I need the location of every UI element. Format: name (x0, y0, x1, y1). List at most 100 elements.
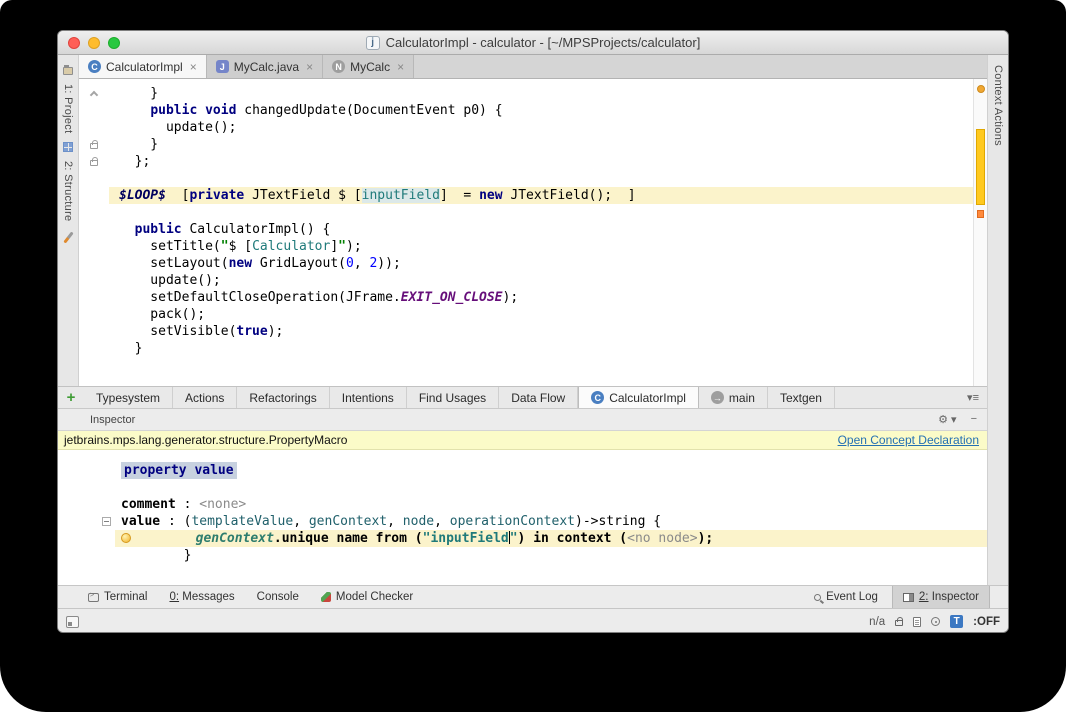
right-toolwindow-stripe: Context Actions (987, 55, 1008, 585)
messages-button[interactable]: 0: Messages (169, 591, 234, 603)
minus-icon[interactable] (102, 517, 111, 526)
event-log-button[interactable]: Event Log (814, 591, 878, 603)
editor-code[interactable]: } public void changedUpdate(DocumentEven… (79, 79, 973, 386)
tab-textgen[interactable]: Textgen (768, 387, 835, 408)
code-line[interactable]: genContext.unique name from ("inputField… (58, 530, 987, 547)
code-line[interactable]: setDefaultCloseOperation(JFrame.EXIT_ON_… (79, 289, 973, 306)
code-line[interactable]: pack(); (79, 306, 973, 323)
window-title: CalculatorImpl - calculator - [~/MPSProj… (385, 35, 701, 50)
node-icon: N (332, 60, 346, 73)
model-checker-label: Model Checker (335, 591, 414, 603)
close-icon[interactable]: × (190, 60, 197, 74)
open-concept-declaration-link[interactable]: Open Concept Declaration (838, 433, 979, 447)
event-log-icon (814, 593, 822, 601)
code-line[interactable]: setTitle("$ [Calculator]"); (79, 238, 973, 255)
aspect-tab-bar: + Typesystem Actions Refactorings Intent… (58, 386, 987, 409)
zoom-button[interactable] (108, 37, 120, 49)
code-line[interactable]: }; (79, 153, 973, 170)
code-line[interactable]: setLayout(new GridLayout(0, 2)); (79, 255, 973, 272)
model-checker-button[interactable]: Model Checker (320, 591, 414, 603)
terminal-icon (88, 592, 99, 602)
tab-actions[interactable]: Actions (173, 387, 238, 408)
toolwindow-switcher-icon[interactable] (66, 615, 79, 628)
macro-type-banner: jetbrains.mps.lang.generator.structure.P… (58, 431, 987, 450)
lock-icon[interactable] (895, 617, 904, 626)
code-line[interactable] (79, 204, 973, 221)
close-icon[interactable]: × (306, 60, 313, 74)
code-line[interactable]: property value (58, 462, 987, 479)
event-log-label: Event Log (826, 591, 878, 603)
code-line[interactable]: } (79, 85, 973, 102)
toolwindow-context-actions-button[interactable]: Context Actions (992, 65, 1004, 146)
toolwindow-project-button[interactable]: 1: Project (62, 84, 74, 133)
add-aspect-button[interactable]: + (58, 387, 84, 408)
warnings-indicator-icon[interactable] (977, 85, 985, 93)
readonly-doc-icon[interactable] (913, 616, 922, 627)
structure-icon (63, 142, 73, 153)
code-line[interactable]: } (79, 340, 973, 357)
inspector-toolwindow-label: 2: Inspector (918, 591, 979, 603)
scrollbar-error-marker[interactable] (977, 210, 984, 218)
code-line[interactable]: public void changedUpdate(DocumentEvent … (79, 102, 973, 119)
tab-calculatorimpl-editor[interactable]: C CalculatorImpl (578, 387, 699, 408)
class-icon: C (591, 391, 605, 404)
tab-main[interactable]: → main (699, 387, 768, 408)
transient-models-state: :OFF (973, 615, 1000, 628)
toolwindow-structure-button[interactable]: 2: Structure (62, 161, 74, 221)
messages-label: 0: Messages (169, 591, 235, 603)
lock-icon[interactable] (90, 140, 98, 149)
close-button[interactable] (68, 37, 80, 49)
tab-typesystem[interactable]: Typesystem (84, 387, 174, 408)
status-bar: Terminal 0: Messages Console Model Check… (58, 585, 1008, 608)
scope-indicator-icon[interactable] (931, 617, 941, 626)
tab-data-flow[interactable]: Data Flow (499, 387, 579, 408)
tab-find-usages[interactable]: Find Usages (407, 387, 500, 408)
code-line[interactable]: $LOOP$ [private JTextField $ [inputField… (79, 187, 973, 204)
inspector-toolwindow-button[interactable]: 2: Inspector (891, 586, 990, 608)
terminal-label: Terminal (104, 591, 148, 603)
tab-label: MyCalc.java (233, 59, 300, 74)
position-indicator: n/a (869, 615, 886, 628)
tab-refactorings[interactable]: Refactorings (237, 387, 330, 408)
code-line[interactable]: public CalculatorImpl() { (79, 221, 973, 238)
gear-icon[interactable]: ⚙ ▾ (938, 413, 956, 426)
code-line[interactable]: update(); (79, 119, 973, 136)
tab-label: CalculatorImpl (609, 390, 686, 405)
inspector-code[interactable]: property value comment : <none> value : (… (58, 450, 987, 585)
error-stripe[interactable] (973, 79, 987, 386)
project-icon (63, 65, 73, 75)
hidden-tabs-icon[interactable]: ▾≡ (959, 387, 987, 408)
lock-icon[interactable] (90, 157, 98, 166)
fold-icon[interactable] (89, 90, 99, 100)
hide-icon[interactable]: − (971, 413, 977, 426)
terminal-button[interactable]: Terminal (88, 591, 147, 603)
close-icon[interactable]: × (397, 60, 404, 74)
titlebar[interactable]: j CalculatorImpl - calculator - [~/MPSPr… (58, 31, 1008, 55)
tab-label: CalculatorImpl (106, 59, 183, 74)
tab-calculatorimpl[interactable]: C CalculatorImpl × (79, 55, 207, 78)
tab-label: MyCalc (350, 59, 391, 74)
tab-mycalc-java[interactable]: J MyCalc.java × (206, 55, 324, 78)
app-icon: j (365, 35, 380, 50)
left-toolwindow-stripe: 1: Project 2: Structure (58, 55, 79, 386)
editor-area: } public void changedUpdate(DocumentEven… (79, 79, 987, 386)
generator-icon: → (710, 391, 724, 404)
code-line[interactable]: } (58, 547, 987, 564)
code-line[interactable]: value : (templateValue, genContext, node… (58, 513, 987, 530)
screen-background: j CalculatorImpl - calculator - [~/MPSPr… (0, 0, 1066, 712)
wrench-icon[interactable] (62, 231, 74, 244)
code-line[interactable] (79, 170, 973, 187)
code-line[interactable] (58, 479, 987, 496)
code-line[interactable]: setVisible(true); (79, 323, 973, 340)
traffic-lights (68, 37, 120, 49)
tab-mycalc[interactable]: N MyCalc × (323, 55, 415, 78)
transient-models-icon[interactable]: T (950, 615, 964, 628)
code-line[interactable]: update(); (79, 272, 973, 289)
code-line[interactable]: } (79, 136, 973, 153)
tab-intentions[interactable]: Intentions (330, 387, 407, 408)
code-line[interactable]: comment : <none> (58, 496, 987, 513)
console-button[interactable]: Console (257, 591, 299, 603)
inspector-header: Inspector ⚙ ▾ − (58, 409, 987, 431)
scrollbar-warning-marker[interactable] (976, 129, 985, 205)
minimize-button[interactable] (88, 37, 100, 49)
